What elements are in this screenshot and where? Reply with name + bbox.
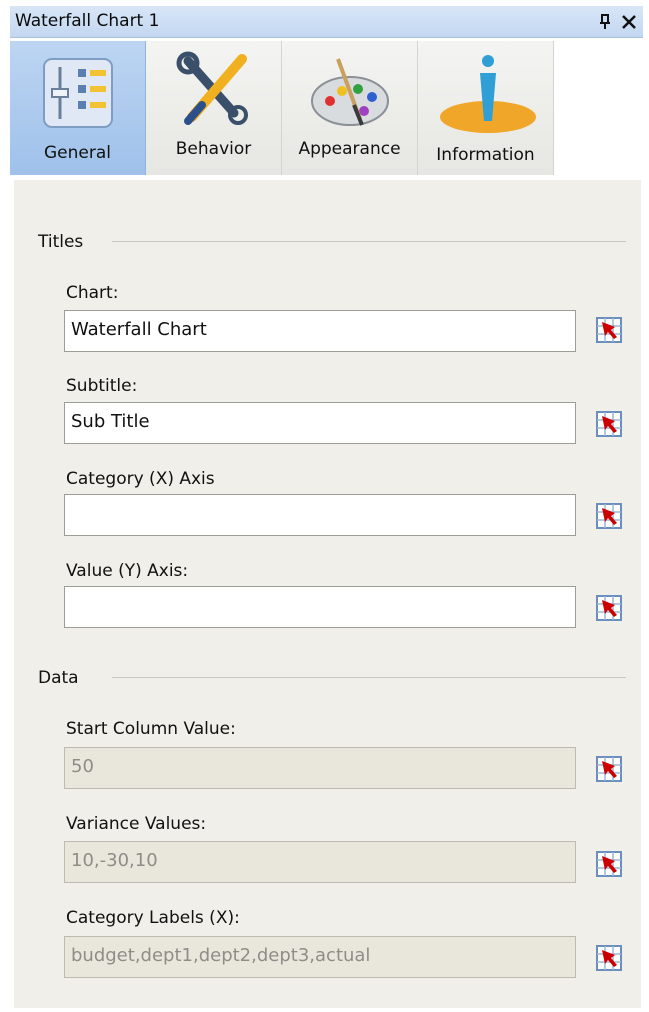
tab-information-label: Information xyxy=(436,145,535,165)
tab-information[interactable]: Information xyxy=(418,41,554,175)
value-axis-label: Value (Y) Axis: xyxy=(66,561,189,581)
chart-title-input[interactable]: Waterfall Chart xyxy=(64,310,576,352)
section-titles-label: Titles xyxy=(38,232,84,252)
info-person-icon xyxy=(440,55,536,133)
value-axis-input[interactable] xyxy=(64,586,576,628)
properties-panel: Titles Chart: Waterfall Chart Subtitle: … xyxy=(14,180,641,1008)
section-data-label: Data xyxy=(38,668,79,688)
settings-sliders-icon xyxy=(43,58,113,128)
category-axis-label: Category (X) Axis xyxy=(66,469,215,489)
tab-behavior[interactable]: Behavior xyxy=(146,41,282,175)
pin-icon[interactable] xyxy=(596,13,614,31)
variance-values-label: Variance Values: xyxy=(66,814,207,834)
start-column-value-cell-picker-icon[interactable] xyxy=(595,755,623,783)
tab-general[interactable]: General xyxy=(10,41,146,175)
section-titles-divider xyxy=(112,241,626,242)
tab-appearance[interactable]: Appearance xyxy=(282,41,418,175)
variance-values-cell-picker-icon[interactable] xyxy=(595,850,623,878)
tab-appearance-label: Appearance xyxy=(298,139,401,159)
start-column-value-label: Start Column Value: xyxy=(66,719,236,739)
category-axis-input[interactable] xyxy=(64,494,576,536)
category-labels-label: Category Labels (X): xyxy=(66,908,240,928)
tools-icon xyxy=(176,51,248,125)
close-icon[interactable] xyxy=(620,13,638,31)
variance-values-input: 10,-30,10 xyxy=(64,841,576,883)
title-bar: Waterfall Chart 1 xyxy=(10,6,643,38)
chart-title-cell-picker-icon[interactable] xyxy=(595,316,623,344)
tab-general-label: General xyxy=(44,143,111,163)
value-axis-cell-picker-icon[interactable] xyxy=(595,594,623,622)
subtitle-input[interactable]: Sub Title xyxy=(64,402,576,444)
chart-title-label: Chart: xyxy=(66,283,119,303)
start-column-value-input: 50 xyxy=(64,747,576,789)
section-data-divider xyxy=(112,677,626,678)
tab-behavior-label: Behavior xyxy=(175,139,252,159)
palette-icon xyxy=(311,58,389,126)
subtitle-label: Subtitle: xyxy=(66,376,138,396)
tab-strip: General Behavior Appearance Information xyxy=(10,38,643,176)
category-axis-cell-picker-icon[interactable] xyxy=(595,502,623,530)
window-title: Waterfall Chart 1 xyxy=(15,11,160,31)
subtitle-cell-picker-icon[interactable] xyxy=(595,410,623,438)
category-labels-input: budget,dept1,dept2,dept3,actual xyxy=(64,936,576,978)
category-labels-cell-picker-icon[interactable] xyxy=(595,944,623,972)
